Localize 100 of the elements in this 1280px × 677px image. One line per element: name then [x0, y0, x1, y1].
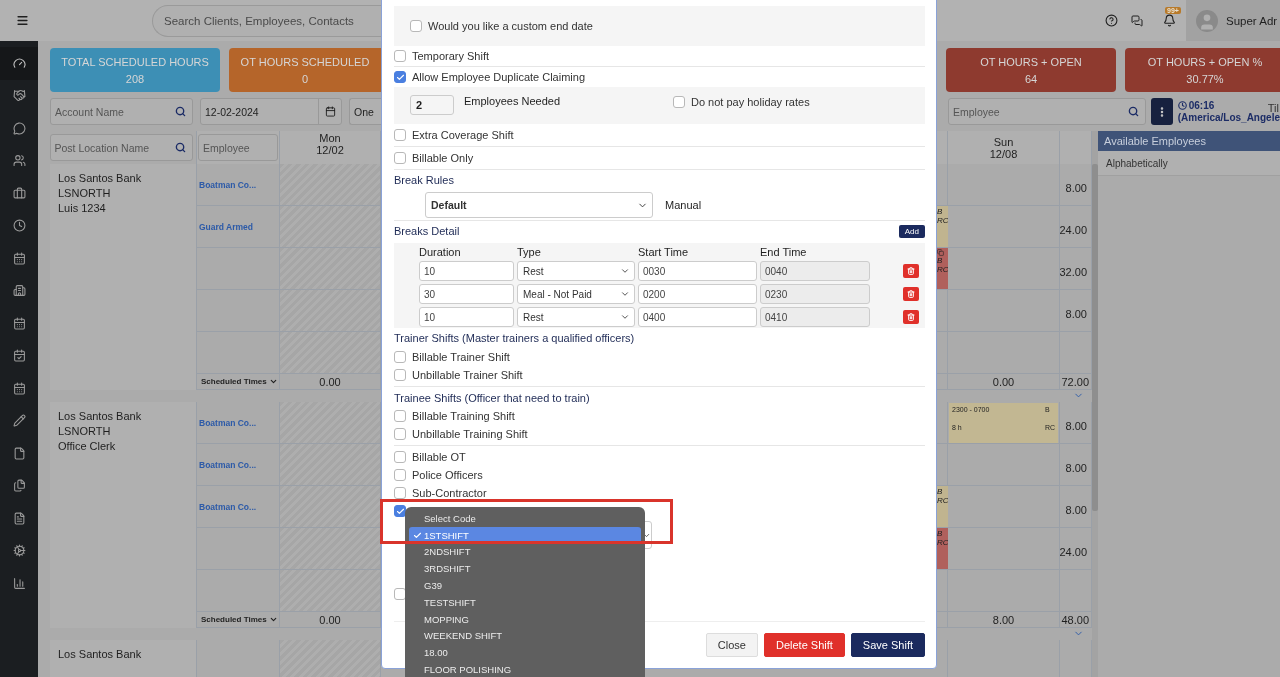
shift-flag-label: B [937, 529, 943, 538]
scheduled-times-toggle[interactable]: Scheduled Times [197, 377, 278, 386]
stat-label: OT HOURS + OPEN % [1147, 55, 1263, 68]
option-label: Billable Only [412, 152, 474, 164]
stat-value: 0 [301, 72, 309, 85]
day-total: 0.00 [319, 375, 341, 388]
section-heading: Trainer Shifts (Master trainers a qualified officers) [394, 331, 636, 346]
shift-flag-label: B [937, 487, 943, 496]
option-label: Do not pay holiday rates [691, 96, 810, 108]
start-time-field[interactable]: 0030 [638, 261, 757, 281]
menu-item[interactable]: 3RDSHIFT [409, 560, 641, 578]
shift-block[interactable]: B RC [937, 486, 948, 527]
clock-timezone: (America/Los_Angele [1177, 111, 1280, 124]
employee-search-field[interactable]: Employee [948, 98, 1146, 125]
clock-time: 06:16 [1188, 99, 1215, 112]
duration-field[interactable]: 10 [419, 261, 514, 281]
start-time-field[interactable]: 0200 [638, 284, 757, 304]
option-label: Would you like a custom end date [428, 20, 593, 32]
break-rule-select[interactable]: Default [425, 192, 653, 218]
section-heading: Trainee Shifts (Officer that need to train) [394, 391, 591, 406]
account-detail: Luis 1234 [58, 202, 107, 214]
date-field[interactable]: 12-02-2024 [200, 98, 342, 125]
stat-value: 30.77% [1186, 72, 1224, 85]
shift-flag-label: B [937, 207, 943, 216]
stat-label: OT HOURS + OPEN [980, 55, 1082, 68]
menu-item[interactable]: FLOOR POLISHING [409, 661, 641, 677]
sort-option[interactable]: Alphabetically [1098, 151, 1280, 176]
menu-item[interactable]: WEEKEND SHIFT [409, 627, 641, 645]
duration-field[interactable]: 10 [419, 307, 514, 327]
column-header: Duration [419, 246, 462, 258]
week-total: 72.00 [1061, 375, 1089, 388]
shift-block[interactable]: B RC [937, 528, 948, 569]
scheduled-times-toggle[interactable]: Scheduled Times [197, 615, 278, 624]
duration-field[interactable]: 30 [419, 284, 514, 304]
day-date: 12/02 [316, 144, 344, 156]
shift-code-label: RC [937, 538, 949, 547]
section-heading: Break Rules [394, 173, 455, 188]
menu-item[interactable]: TESTSHIFT [409, 594, 641, 611]
employee-filter-field[interactable]: Employee [198, 134, 278, 161]
start-time-field[interactable]: 0400 [638, 307, 757, 327]
employees-needed-field[interactable]: 2 [410, 95, 454, 115]
account-search-field[interactable]: Account Name [50, 98, 193, 125]
day-name: Mon [319, 132, 341, 144]
shift-block[interactable]: B RC [937, 206, 948, 247]
search-field[interactable]: Search Clients, Employees, Contacts [152, 4, 381, 37]
week-total: 48.00 [1061, 613, 1089, 626]
row-total: 8.00 [1065, 307, 1087, 320]
shift-block[interactable]: B RC [937, 248, 948, 289]
save-shift-button[interactable]: Save Shift [850, 633, 925, 657]
column-header: Type [517, 246, 542, 258]
option-label: Temporary Shift [412, 50, 490, 62]
stat-label: TOTAL SCHEDULED HOURS [61, 55, 209, 68]
account-name: Los Santos Bank [58, 648, 143, 660]
menu-item[interactable]: 2NDSHIFT [409, 543, 641, 561]
row-total: 24.00 [1059, 223, 1087, 236]
column-header: Start Time [638, 246, 690, 258]
panel-title: Available Employees [1098, 131, 1280, 151]
post-location-field[interactable]: Post Location Name [49, 134, 193, 161]
close-button[interactable]: Close [705, 633, 758, 657]
break-type-select[interactable]: Rest [517, 261, 635, 281]
row-total: 8.00 [1065, 461, 1087, 474]
day-date: 12/08 [989, 147, 1018, 160]
account-detail: Office Clerk [58, 440, 117, 452]
stat-value: 208 [125, 72, 145, 85]
delete-shift-button[interactable]: Delete Shift [764, 633, 845, 657]
row-total: 24.00 [1059, 545, 1087, 558]
shift-code-label: RC [937, 216, 949, 225]
view-select[interactable]: One [349, 98, 381, 125]
option-label: Billable OT [412, 451, 466, 463]
add-button[interactable]: Add [898, 224, 925, 238]
day-total: 0.00 [319, 613, 341, 626]
stat-label: OT HOURS SCHEDULED [240, 55, 370, 68]
account-location: LSNORTH [58, 187, 112, 199]
row-total: 8.00 [1065, 419, 1087, 432]
end-time-field: 0040 [760, 261, 870, 281]
day-total: 8.00 [992, 613, 1015, 626]
menu-item[interactable]: 18.00 [409, 644, 641, 662]
shift-code-label: RC [937, 496, 949, 505]
option-label: Extra Coverage Shift [412, 129, 514, 141]
break-type-select[interactable]: Rest [517, 307, 635, 327]
shift-code-label: RC [937, 265, 949, 274]
option-label: Billable Training Shift [412, 410, 515, 422]
menu-item[interactable]: MOPPING [409, 610, 641, 628]
account-name: Los Santos Bank [58, 410, 143, 422]
end-time-field: 0230 [760, 284, 870, 304]
stat-value: 64 [1024, 72, 1038, 85]
option-label: Police Officers [412, 469, 483, 481]
shift-flag-label: B [937, 256, 943, 265]
user-menu[interactable]: Super Adr [1186, 0, 1280, 41]
break-type-select[interactable]: Meal - Not Paid [517, 284, 635, 304]
row-total: 8.00 [1065, 503, 1087, 516]
break-mode: Manual [665, 199, 702, 211]
option-label: Allow Employee Duplicate Claiming [412, 71, 586, 83]
day-total: 0.00 [992, 375, 1015, 388]
menu-item[interactable]: Select Code [409, 510, 641, 527]
option-label: Billable Trainer Shift [412, 351, 510, 363]
option-label: Unbillable Training Shift [412, 428, 528, 440]
menu-item[interactable]: G39 [409, 577, 641, 594]
field-label: Employees Needed [464, 95, 561, 107]
option-label: Sub-Contractor [412, 487, 487, 499]
